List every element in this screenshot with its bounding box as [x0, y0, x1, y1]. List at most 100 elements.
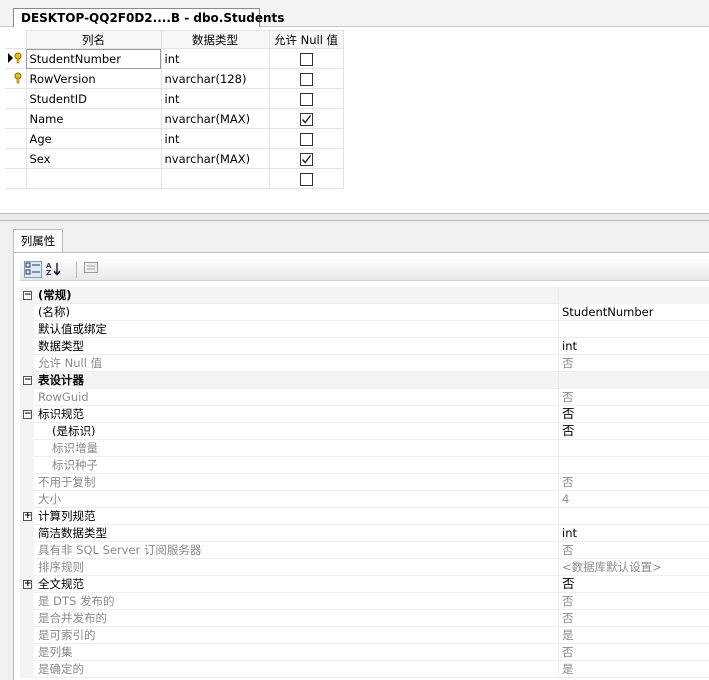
- property-category-row[interactable]: − 表设计器: [20, 372, 709, 389]
- property-row[interactable]: 不用于复制 否: [20, 474, 709, 491]
- property-row[interactable]: 标识增量: [20, 440, 709, 457]
- property-value[interactable]: <数据库默认设置>: [558, 559, 709, 576]
- property-value[interactable]: [558, 508, 709, 525]
- grid-row[interactable]: RowVersion nvarchar(128): [5, 68, 344, 89]
- grid-row[interactable]: Sex nvarchar(MAX): [5, 148, 344, 169]
- property-label: RowGuid: [38, 390, 89, 404]
- property-row[interactable]: 是可索引的 是: [20, 627, 709, 644]
- allow-nulls-cell: [269, 148, 344, 169]
- property-value[interactable]: 否: [558, 474, 709, 491]
- column-name-cell[interactable]: [26, 168, 162, 189]
- data-type-cell[interactable]: [161, 168, 270, 189]
- document-tab-students[interactable]: DESKTOP-QQ2F0D2....B - dbo.Students: [13, 8, 284, 27]
- property-row[interactable]: 简洁数据类型 int: [20, 525, 709, 542]
- property-row[interactable]: 默认值或绑定: [20, 321, 709, 338]
- property-row[interactable]: 是列集 否: [20, 644, 709, 661]
- row-selector[interactable]: [5, 148, 27, 169]
- property-value[interactable]: [558, 321, 709, 338]
- tab-column-properties[interactable]: 列属性: [13, 229, 63, 252]
- property-row[interactable]: + 全文规范 否: [20, 576, 709, 593]
- property-row[interactable]: 是 DTS 发布的 否: [20, 593, 709, 610]
- property-value[interactable]: 否: [558, 355, 709, 372]
- collapse-icon[interactable]: −: [23, 410, 32, 419]
- grid-row[interactable]: StudentID int: [5, 88, 344, 109]
- expand-icon[interactable]: +: [23, 580, 32, 589]
- allow-nulls-checkbox[interactable]: [299, 92, 313, 106]
- allow-nulls-checkbox[interactable]: [299, 172, 313, 186]
- column-name-cell[interactable]: StudentID: [26, 88, 162, 109]
- column-name-cell[interactable]: Age: [26, 128, 162, 149]
- row-selector[interactable]: [5, 88, 27, 109]
- column-name-cell[interactable]: Sex: [26, 148, 162, 169]
- row-selector[interactable]: [5, 48, 27, 69]
- property-value[interactable]: 否: [558, 576, 709, 593]
- header-data-type[interactable]: 数据类型: [160, 30, 270, 49]
- property-value[interactable]: 是: [558, 627, 709, 644]
- property-value[interactable]: 否: [558, 593, 709, 610]
- row-selector[interactable]: [5, 68, 27, 89]
- checkmark-icon: [301, 154, 311, 164]
- allow-nulls-checkbox[interactable]: [299, 132, 313, 146]
- property-value[interactable]: 否: [558, 644, 709, 661]
- property-value[interactable]: 否: [558, 423, 709, 440]
- grid-row[interactable]: [5, 168, 344, 189]
- property-value[interactable]: 否: [558, 542, 709, 559]
- allow-nulls-checkbox-checked[interactable]: [299, 112, 313, 126]
- property-value[interactable]: [558, 440, 709, 457]
- property-value[interactable]: 是: [558, 661, 709, 678]
- data-type-cell[interactable]: nvarchar(MAX): [161, 108, 270, 129]
- property-row[interactable]: 是合并发布的 否: [20, 610, 709, 627]
- data-type-cell[interactable]: nvarchar(128): [161, 68, 270, 89]
- header-column-name[interactable]: 列名: [25, 30, 162, 49]
- allow-nulls-checkbox-checked[interactable]: [299, 152, 313, 166]
- property-value[interactable]: 否: [558, 610, 709, 627]
- property-value[interactable]: StudentNumber: [558, 304, 709, 321]
- alphabetical-sort-icon[interactable]: AZ: [45, 261, 63, 278]
- property-row[interactable]: 允许 Null 值 否: [20, 355, 709, 372]
- collapse-icon[interactable]: −: [23, 376, 32, 385]
- data-type-cell[interactable]: int: [161, 128, 270, 149]
- property-value[interactable]: 4: [558, 491, 709, 508]
- allow-nulls-checkbox[interactable]: [299, 72, 313, 86]
- current-row-key-icon: [8, 52, 24, 67]
- property-row[interactable]: (名称) StudentNumber: [20, 304, 709, 321]
- collapse-icon[interactable]: −: [23, 291, 32, 300]
- property-value[interactable]: 否: [558, 389, 709, 406]
- property-row[interactable]: 具有非 SQL Server 订阅服务器 否: [20, 542, 709, 559]
- column-design-grid: 列名 数据类型 允许 Null 值 StudentNumber int RowVer…: [5, 30, 344, 189]
- property-row-gutter: [20, 457, 34, 474]
- grid-row[interactable]: Age int: [5, 128, 344, 149]
- property-row[interactable]: (是标识) 否: [20, 423, 709, 440]
- property-category-row[interactable]: − (常规): [20, 287, 709, 304]
- grid-row[interactable]: StudentNumber int: [5, 48, 344, 69]
- property-row[interactable]: 数据类型 int: [20, 338, 709, 355]
- data-type-cell[interactable]: nvarchar(MAX): [161, 148, 270, 169]
- row-selector[interactable]: [5, 108, 27, 129]
- property-row[interactable]: 排序规则 <数据库默认设置>: [20, 559, 709, 576]
- pane-splitter[interactable]: [0, 213, 709, 221]
- property-row[interactable]: 大小 4: [20, 491, 709, 508]
- property-pages-icon[interactable]: [82, 261, 100, 278]
- column-name-cell[interactable]: StudentNumber: [26, 48, 162, 69]
- property-row[interactable]: RowGuid 否: [20, 389, 709, 406]
- property-value[interactable]: [558, 457, 709, 474]
- property-row[interactable]: 标识种子: [20, 457, 709, 474]
- expand-icon[interactable]: +: [23, 512, 32, 521]
- row-selector[interactable]: [5, 168, 27, 189]
- row-selector[interactable]: [5, 128, 27, 149]
- grid-row[interactable]: Name nvarchar(MAX): [5, 108, 344, 129]
- allow-nulls-checkbox[interactable]: [299, 52, 313, 66]
- property-row[interactable]: − 标识规范 否: [20, 406, 709, 423]
- column-name-cell[interactable]: Name: [26, 108, 162, 129]
- categorized-icon[interactable]: [24, 261, 42, 278]
- property-row[interactable]: 是确定的 是: [20, 661, 709, 678]
- property-row[interactable]: + 计算列规范: [20, 508, 709, 525]
- property-label: 是确定的: [38, 662, 84, 676]
- property-value[interactable]: int: [558, 338, 709, 355]
- property-value[interactable]: int: [558, 525, 709, 542]
- data-type-cell[interactable]: int: [161, 48, 270, 69]
- property-value[interactable]: 否: [558, 406, 709, 423]
- column-name-cell[interactable]: RowVersion: [26, 68, 162, 89]
- data-type-cell[interactable]: int: [161, 88, 270, 109]
- header-allow-nulls[interactable]: 允许 Null 值: [268, 30, 344, 49]
